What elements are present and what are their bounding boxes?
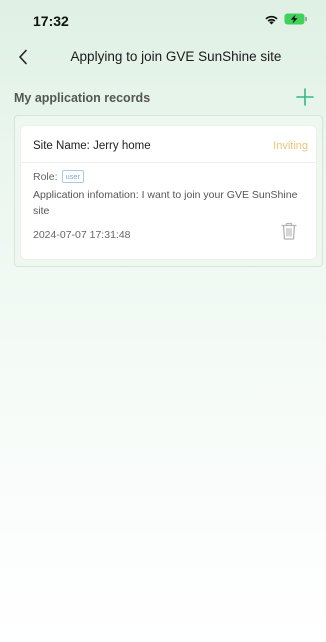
role-label: Role:: [33, 170, 58, 183]
section-header: My application records: [0, 82, 326, 112]
record-timestamp: 2024-07-07 17:31:48: [33, 229, 131, 241]
section-title: My application records: [14, 91, 151, 105]
application-info: Application infomation: I want to join y…: [33, 189, 298, 217]
battery-charging-icon: [284, 13, 308, 25]
add-application-button[interactable]: [294, 86, 316, 108]
page-title: Applying to join GVE SunShine site: [70, 49, 282, 64]
delete-record-button[interactable]: [280, 221, 298, 241]
back-button[interactable]: [12, 48, 34, 70]
role-badge: user: [61, 170, 85, 183]
application-record-card[interactable]: Site Name: Jerry home Inviting Role: use…: [21, 126, 316, 259]
wifi-icon: [264, 14, 279, 25]
status-badge: Inviting: [273, 140, 308, 152]
status-time: 17:32: [33, 13, 69, 29]
record-card-header: Site Name: Jerry home Inviting: [21, 126, 316, 163]
status-bar: 17:32: [0, 0, 326, 40]
trash-icon: [280, 222, 298, 245]
chevron-left-icon: [18, 49, 28, 70]
plus-icon: [294, 88, 316, 112]
role-row: Role: user: [33, 170, 85, 183]
status-icons: [264, 13, 308, 25]
site-name: Site Name: Jerry home: [33, 140, 151, 152]
nav-bar: Applying to join GVE SunShine site: [0, 40, 326, 76]
application-records-list: Site Name: Jerry home Inviting Role: use…: [14, 115, 323, 267]
